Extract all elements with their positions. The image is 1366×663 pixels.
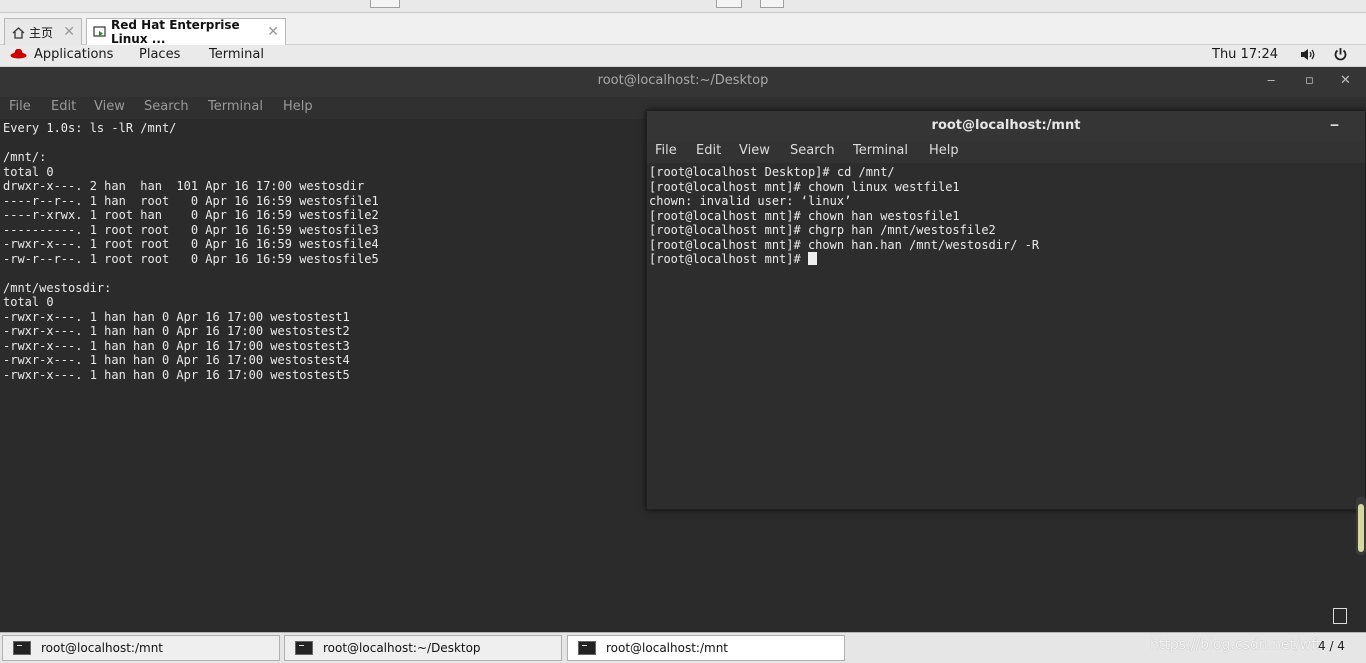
minimize-icon[interactable]: ‒ xyxy=(1330,111,1339,141)
redhat-icon xyxy=(10,47,27,63)
tab-label: Red Hat Enterprise Linux ... xyxy=(111,18,240,46)
taskbar-item-label: root@localhost:~/Desktop xyxy=(323,641,481,655)
home-icon xyxy=(11,25,25,39)
taskbar: root@localhost:/mnt root@localhost:~/Des… xyxy=(0,632,1366,663)
menu-search[interactable]: Search xyxy=(144,99,189,114)
volume-icon[interactable] xyxy=(1300,48,1318,65)
tab-home[interactable]: 主页 ✕ xyxy=(4,18,82,45)
taskbar-item-label: root@localhost:/mnt xyxy=(41,641,164,655)
scrollbar-thumb[interactable] xyxy=(1358,504,1364,552)
vm-toolbar xyxy=(0,0,1366,13)
close-icon[interactable]: ✕ xyxy=(1340,67,1351,95)
taskbar-item-desktop[interactable]: root@localhost:~/Desktop xyxy=(284,635,562,661)
overlay-window-titlebar[interactable]: root@localhost:/mnt ‒ xyxy=(647,111,1365,141)
terminal-icon xyxy=(578,641,596,655)
places-menu[interactable]: Places xyxy=(139,47,180,62)
terminal-output: [root@localhost Desktop]# cd /mnt/ [root… xyxy=(649,165,1040,266)
workspace-indicator[interactable] xyxy=(1333,608,1347,624)
terminal-icon xyxy=(295,641,313,655)
window-title: root@localhost:~/Desktop xyxy=(597,73,769,88)
taskbar-item-mnt[interactable]: root@localhost:/mnt xyxy=(2,635,280,661)
applications-menu[interactable]: Applications xyxy=(34,47,113,62)
minimize-icon[interactable]: ‒ xyxy=(1267,67,1275,95)
menu-terminal[interactable]: Terminal xyxy=(208,99,263,114)
window-title: root@localhost:/mnt xyxy=(931,118,1081,133)
terminal-area[interactable]: [root@localhost Desktop]# cd /mnt/ [root… xyxy=(649,165,1039,267)
clock[interactable]: Thu 17:24 xyxy=(1212,47,1278,62)
close-icon[interactable]: ✕ xyxy=(267,24,279,40)
menu-edit[interactable]: Edit xyxy=(51,99,76,114)
menu-file[interactable]: File xyxy=(655,143,677,158)
main-window-titlebar[interactable]: root@localhost:~/Desktop ‒ ▫ ✕ xyxy=(0,67,1366,97)
text-cursor xyxy=(807,252,817,265)
maximize-icon[interactable]: ▫ xyxy=(1305,67,1314,95)
vm-tab-bar: 主页 ✕ Red Hat Enterprise Linux ... ✕ xyxy=(0,13,1366,46)
overlay-menubar: File Edit View Search Terminal Help xyxy=(647,141,1365,163)
menu-view[interactable]: View xyxy=(94,99,125,114)
toolbar-button[interactable] xyxy=(716,0,742,8)
gnome-top-bar: Applications Places Terminal Thu 17:24 xyxy=(0,45,1366,67)
tab-rhel[interactable]: Red Hat Enterprise Linux ... ✕ xyxy=(86,18,286,46)
toolbar-button[interactable] xyxy=(370,0,400,8)
taskbar-item-mnt-active[interactable]: root@localhost:/mnt xyxy=(567,635,845,661)
terminal-icon xyxy=(13,641,31,655)
menu-search[interactable]: Search xyxy=(790,143,835,158)
power-icon[interactable] xyxy=(1333,47,1348,66)
taskbar-item-label: root@localhost:/mnt xyxy=(606,641,729,655)
close-icon[interactable]: ✕ xyxy=(63,24,75,40)
menu-terminal[interactable]: Terminal xyxy=(853,143,908,158)
overlay-terminal-window[interactable]: root@localhost:/mnt ‒ File Edit View Sea… xyxy=(646,110,1366,510)
menu-help[interactable]: Help xyxy=(283,99,313,114)
menu-view[interactable]: View xyxy=(739,143,770,158)
workspace-pager[interactable]: 4 / 4 xyxy=(1318,639,1345,653)
terminal-output: Every 1.0s: ls -lR /mnt/ /mnt/: total 0 … xyxy=(3,121,379,382)
watermark: https://blog.csdn.net/wft xyxy=(1150,637,1322,653)
terminal-menu[interactable]: Terminal xyxy=(209,47,264,62)
tab-label: 主页 xyxy=(29,25,54,40)
vm-icon xyxy=(93,25,107,39)
toolbar-button[interactable] xyxy=(760,0,784,8)
menu-file[interactable]: File xyxy=(9,99,31,114)
menu-help[interactable]: Help xyxy=(929,143,959,158)
menu-edit[interactable]: Edit xyxy=(696,143,721,158)
